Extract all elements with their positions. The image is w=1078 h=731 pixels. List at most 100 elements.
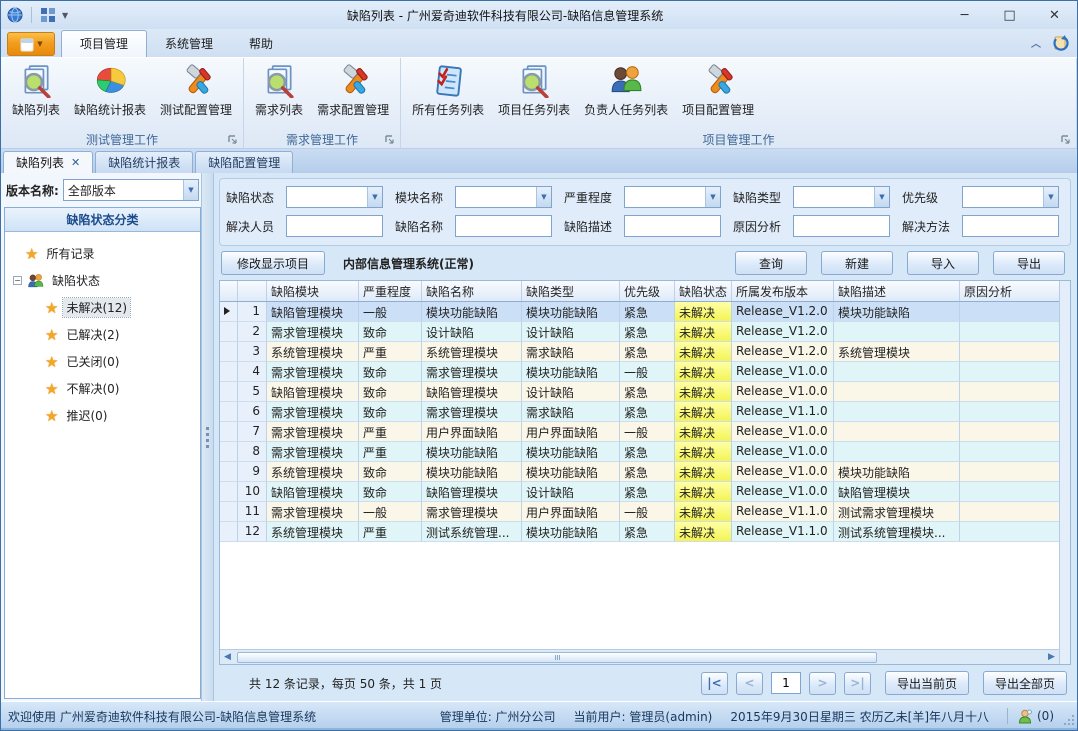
export-all-pages-button[interactable]: 导出全部页 <box>983 671 1067 695</box>
export-button[interactable]: 导出 <box>993 251 1065 275</box>
defect-list-button[interactable]: 缺陷列表 <box>5 60 67 120</box>
doc-tab-defect-report[interactable]: 缺陷统计报表 <box>95 151 193 173</box>
tree-item[interactable]: − ★ 未解决(12) <box>11 294 200 321</box>
quick-access-grid-icon[interactable] <box>40 7 56 23</box>
cell-name: 模块功能缺陷 <box>422 442 522 462</box>
table-row[interactable]: 1 缺陷管理模块 一般 模块功能缺陷 模块功能缺陷 紧急 未解决 Release… <box>220 302 1059 322</box>
last-page-button[interactable]: >| <box>844 672 871 695</box>
filter-label: 解决方法 <box>902 218 962 235</box>
tree-item[interactable]: − ★ 缺陷状态 <box>11 267 200 294</box>
scroll-right-icon[interactable]: ▶ <box>1044 652 1059 662</box>
maximize-button[interactable]: □ <box>987 2 1032 28</box>
filter-field: 缺陷描述 <box>564 215 721 237</box>
table-row[interactable]: 3 系统管理模块 严重 系统管理模块 需求缺陷 紧急 未解决 Release_V… <box>220 342 1059 362</box>
table-row[interactable]: 4 需求管理模块 致命 需求管理模块 模块功能缺陷 一般 未解决 Release… <box>220 362 1059 382</box>
requirement-config-button[interactable]: 需求配置管理 <box>310 60 396 120</box>
filter-text-input[interactable] <box>286 215 383 237</box>
about-refresh-icon[interactable] <box>1051 34 1069 51</box>
resize-grip[interactable] <box>1064 715 1074 725</box>
table-row[interactable]: 11 需求管理模块 一般 需求管理模块 用户界面缺陷 一般 未解决 Releas… <box>220 502 1059 522</box>
header-name[interactable]: 缺陷名称 <box>422 281 522 301</box>
header-type[interactable]: 缺陷类型 <box>522 281 620 301</box>
first-page-button[interactable]: |< <box>701 672 728 695</box>
project-config-button[interactable]: 项目配置管理 <box>675 60 761 120</box>
export-current-page-button[interactable]: 导出当前页 <box>885 671 969 695</box>
scroll-left-icon[interactable]: ◀ <box>220 652 235 662</box>
chevron-down-icon[interactable]: ▼ <box>183 180 198 200</box>
filter-text-input[interactable] <box>793 215 890 237</box>
tree-item[interactable]: − ★ 已关闭(0) <box>11 348 200 375</box>
import-button[interactable]: 导入 <box>907 251 979 275</box>
minimize-button[interactable]: ─ <box>942 2 987 28</box>
close-button[interactable]: ✕ <box>1032 2 1077 28</box>
header-release[interactable]: 所属发布版本 <box>732 281 834 301</box>
query-button[interactable]: 查询 <box>735 251 807 275</box>
filter-combo[interactable]: ▼ <box>793 186 890 208</box>
cell-module: 需求管理模块 <box>267 402 359 422</box>
table-row[interactable]: 6 需求管理模块 致命 需求管理模块 需求缺陷 紧急 未解决 Release_V… <box>220 402 1059 422</box>
filter-combo[interactable]: ▼ <box>962 186 1059 208</box>
tree-item[interactable]: − ★ 已解决(2) <box>11 321 200 348</box>
table-row[interactable]: 2 需求管理模块 致命 设计缺陷 设计缺陷 紧急 未解决 Release_V1.… <box>220 322 1059 342</box>
dialog-launcher-icon[interactable] <box>385 135 394 144</box>
app-window: ▼ 缺陷列表 - 广州爱奇迪软件科技有限公司-缺陷信息管理系统 ─ □ ✕ ▼ … <box>0 0 1078 731</box>
header-description[interactable]: 缺陷描述 <box>834 281 960 301</box>
filter-combo[interactable]: ▼ <box>286 186 383 208</box>
header-cause[interactable]: 原因分析 <box>960 281 1059 301</box>
header-severity[interactable]: 严重程度 <box>359 281 422 301</box>
defect-report-button[interactable]: 缺陷统计报表 <box>67 60 153 120</box>
ribbon-tab-project[interactable]: 项目管理 <box>61 30 147 57</box>
cell-indicator <box>220 302 238 322</box>
version-select[interactable]: 全部版本 ▼ <box>63 179 199 201</box>
prev-page-button[interactable]: < <box>736 672 763 695</box>
page-number-input[interactable] <box>771 672 801 694</box>
application-menu-button[interactable]: ▼ <box>7 32 55 56</box>
table-row[interactable]: 12 系统管理模块 严重 测试系统管理... 模块功能缺陷 紧急 未解决 Rel… <box>220 522 1059 542</box>
table-row[interactable]: 10 缺陷管理模块 致命 缺陷管理模块 设计缺陷 紧急 未解决 Release_… <box>220 482 1059 502</box>
vertical-scrollbar[interactable] <box>1059 281 1070 664</box>
cell-priority: 一般 <box>620 502 675 522</box>
chevron-down-icon[interactable]: ▼ <box>705 187 720 207</box>
filter-field: 优先级 ▼ <box>902 186 1059 208</box>
next-page-button[interactable]: > <box>809 672 836 695</box>
doc-tab-defect-config[interactable]: 缺陷配置管理 <box>195 151 293 173</box>
scrollbar-thumb[interactable] <box>237 652 877 663</box>
splitter-handle[interactable] <box>201 173 214 701</box>
table-row[interactable]: 9 系统管理模块 致命 模块功能缺陷 模块功能缺陷 紧急 未解决 Release… <box>220 462 1059 482</box>
chevron-down-icon[interactable]: ▼ <box>367 187 382 207</box>
test-config-button[interactable]: 测试配置管理 <box>153 60 239 120</box>
filter-text-input[interactable] <box>624 215 721 237</box>
cell-status: 未解决 <box>675 342 732 362</box>
dialog-launcher-icon[interactable] <box>1061 135 1070 144</box>
doc-tab-defect-list[interactable]: 缺陷列表 ✕ <box>3 151 93 173</box>
horizontal-scrollbar[interactable]: ◀ ▶ <box>220 649 1059 664</box>
new-button[interactable]: 新建 <box>821 251 893 275</box>
chevron-down-icon[interactable]: ▼ <box>1043 187 1058 207</box>
owner-tasks-button[interactable]: 负责人任务列表 <box>577 60 675 120</box>
tree-item[interactable]: − ★ 推迟(0) <box>11 402 200 429</box>
all-tasks-button[interactable]: 所有任务列表 <box>405 60 491 120</box>
filter-text-input[interactable] <box>455 215 552 237</box>
header-priority[interactable]: 优先级 <box>620 281 675 301</box>
ribbon-tab-system[interactable]: 系统管理 <box>147 31 231 57</box>
chevron-down-icon[interactable]: ▼ <box>536 187 551 207</box>
tree-item[interactable]: − ★ 所有记录 <box>11 240 200 267</box>
table-row[interactable]: 5 缺陷管理模块 致命 缺陷管理模块 设计缺陷 紧急 未解决 Release_V… <box>220 382 1059 402</box>
table-row[interactable]: 8 需求管理模块 严重 模块功能缺陷 模块功能缺陷 紧急 未解决 Release… <box>220 442 1059 462</box>
dialog-launcher-icon[interactable] <box>228 135 237 144</box>
ribbon-tab-help[interactable]: 帮助 <box>231 31 291 57</box>
filter-combo[interactable]: ▼ <box>624 186 721 208</box>
project-tasks-button[interactable]: 项目任务列表 <box>491 60 577 120</box>
table-row[interactable]: 7 需求管理模块 严重 用户界面缺陷 用户界面缺陷 一般 未解决 Release… <box>220 422 1059 442</box>
filter-combo[interactable]: ▼ <box>455 186 552 208</box>
requirement-list-button[interactable]: 需求列表 <box>248 60 310 120</box>
header-status[interactable]: 缺陷状态 <box>675 281 732 301</box>
modify-columns-button[interactable]: 修改显示项目 <box>221 251 325 275</box>
filter-text-input[interactable] <box>962 215 1059 237</box>
tree-item[interactable]: − ★ 不解决(0) <box>11 375 200 402</box>
chevron-down-icon[interactable]: ▼ <box>874 187 889 207</box>
collapse-ribbon-icon[interactable]: ︿ <box>1031 35 1041 50</box>
header-module[interactable]: 缺陷模块 <box>267 281 359 301</box>
tab-close-icon[interactable]: ✕ <box>71 156 80 169</box>
expander-icon[interactable]: − <box>13 276 22 285</box>
